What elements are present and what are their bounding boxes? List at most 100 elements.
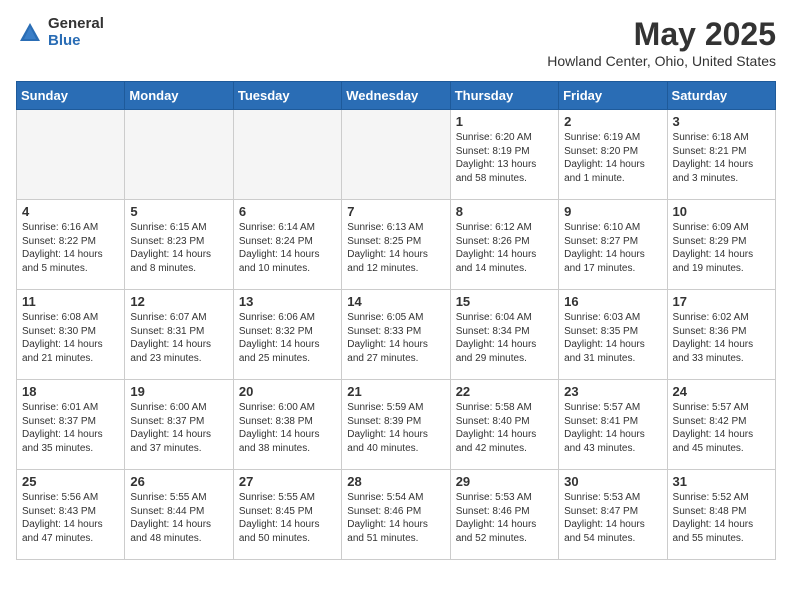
day-number: 20 [239,384,336,399]
day-info: Sunrise: 6:13 AM Sunset: 8:25 PM Dayligh… [347,221,444,275]
calendar-cell: 11Sunrise: 6:08 AM Sunset: 8:30 PM Dayli… [17,290,125,380]
day-info: Sunrise: 5:54 AM Sunset: 8:46 PM Dayligh… [347,491,444,545]
day-number: 18 [22,384,119,399]
calendar-cell [233,110,341,200]
day-info: Sunrise: 5:57 AM Sunset: 8:42 PM Dayligh… [673,401,770,455]
day-number: 24 [673,384,770,399]
day-info: Sunrise: 6:01 AM Sunset: 8:37 PM Dayligh… [22,401,119,455]
day-info: Sunrise: 5:52 AM Sunset: 8:48 PM Dayligh… [673,491,770,545]
day-info: Sunrise: 5:57 AM Sunset: 8:41 PM Dayligh… [564,401,661,455]
calendar-table: SundayMondayTuesdayWednesdayThursdayFrid… [16,81,776,560]
day-number: 21 [347,384,444,399]
day-info: Sunrise: 6:00 AM Sunset: 8:37 PM Dayligh… [130,401,227,455]
calendar-cell: 10 Sunrise: 6:09 AM Sunset: 8:29 PM Dayli… [667,200,775,290]
day-info: Sunrise: 5:53 AM Sunset: 8:47 PM Dayligh… [564,491,661,545]
calendar-week-5: 25Sunrise: 5:56 AM Sunset: 8:43 PM Dayli… [17,470,776,560]
day-info: Sunrise: 6:09 AM Sunset: 8:29 PM Dayligh… [673,221,770,275]
calendar-cell [125,110,233,200]
day-number: 10 [673,204,770,219]
day-info: Sunrise: 5:53 AM Sunset: 8:46 PM Dayligh… [456,491,553,545]
day-number: 23 [564,384,661,399]
calendar-week-3: 11Sunrise: 6:08 AM Sunset: 8:30 PM Dayli… [17,290,776,380]
day-number: 2 [564,114,661,129]
day-number: 29 [456,474,553,489]
calendar-cell: 16 Sunrise: 6:03 AM Sunset: 8:35 PM Dayli… [559,290,667,380]
day-number: 16 [564,294,661,309]
calendar-cell [342,110,450,200]
calendar-cell: 31 Sunrise: 5:52 AM Sunset: 8:48 PM Dayli… [667,470,775,560]
day-info: Sunrise: 6:04 AM Sunset: 8:34 PM Dayligh… [456,311,553,365]
calendar-cell: 19 Sunrise: 6:00 AM Sunset: 8:37 PM Dayli… [125,380,233,470]
logo-icon [16,19,44,47]
day-info: Sunrise: 6:20 AM Sunset: 8:19 PM Dayligh… [456,131,553,185]
calendar-cell: 17Sunrise: 6:02 AM Sunset: 8:36 PM Dayli… [667,290,775,380]
logo-text: General Blue [48,16,104,49]
header-day-sunday: Sunday [17,82,125,110]
day-info: Sunrise: 6:12 AM Sunset: 8:26 PM Dayligh… [456,221,553,275]
calendar-cell: 5 Sunrise: 6:15 AM Sunset: 8:23 PM Daylig… [125,200,233,290]
calendar-cell: 3 Sunrise: 6:18 AM Sunset: 8:21 PM Daylig… [667,110,775,200]
calendar-cell: 22Sunrise: 5:58 AM Sunset: 8:40 PM Dayli… [450,380,558,470]
calendar-cell: 28 Sunrise: 5:54 AM Sunset: 8:46 PM Dayli… [342,470,450,560]
calendar-cell: 2Sunrise: 6:19 AM Sunset: 8:20 PM Daylig… [559,110,667,200]
day-number: 25 [22,474,119,489]
logo-line2: Blue [48,33,104,50]
calendar-subtitle: Howland Center, Ohio, United States [547,53,776,69]
day-number: 14 [347,294,444,309]
calendar-title: May 2025 [547,16,776,53]
day-info: Sunrise: 6:10 AM Sunset: 8:27 PM Dayligh… [564,221,661,275]
header-day-saturday: Saturday [667,82,775,110]
calendar-cell: 8 Sunrise: 6:12 AM Sunset: 8:26 PM Daylig… [450,200,558,290]
day-number: 28 [347,474,444,489]
day-number: 19 [130,384,227,399]
day-info: Sunrise: 6:18 AM Sunset: 8:21 PM Dayligh… [673,131,770,185]
calendar-cell: 24 Sunrise: 5:57 AM Sunset: 8:42 PM Dayli… [667,380,775,470]
calendar-cell: 9Sunrise: 6:10 AM Sunset: 8:27 PM Daylig… [559,200,667,290]
day-number: 15 [456,294,553,309]
day-number: 3 [673,114,770,129]
header-day-monday: Monday [125,82,233,110]
calendar-cell: 26Sunrise: 5:55 AM Sunset: 8:44 PM Dayli… [125,470,233,560]
title-area: May 2025 Howland Center, Ohio, United St… [547,16,776,69]
day-number: 13 [239,294,336,309]
day-info: Sunrise: 6:05 AM Sunset: 8:33 PM Dayligh… [347,311,444,365]
calendar-cell [17,110,125,200]
day-info: Sunrise: 6:14 AM Sunset: 8:24 PM Dayligh… [239,221,336,275]
day-number: 31 [673,474,770,489]
day-info: Sunrise: 5:59 AM Sunset: 8:39 PM Dayligh… [347,401,444,455]
calendar-cell: 23 Sunrise: 5:57 AM Sunset: 8:41 PM Dayli… [559,380,667,470]
day-info: Sunrise: 6:07 AM Sunset: 8:31 PM Dayligh… [130,311,227,365]
day-info: Sunrise: 6:08 AM Sunset: 8:30 PM Dayligh… [22,311,119,365]
calendar-week-4: 18 Sunrise: 6:01 AM Sunset: 8:37 PM Dayli… [17,380,776,470]
day-number: 27 [239,474,336,489]
day-number: 8 [456,204,553,219]
calendar-cell: 27 Sunrise: 5:55 AM Sunset: 8:45 PM Dayli… [233,470,341,560]
calendar-cell: 1 Sunrise: 6:20 AM Sunset: 8:19 PM Daylig… [450,110,558,200]
day-number: 1 [456,114,553,129]
day-info: Sunrise: 6:00 AM Sunset: 8:38 PM Dayligh… [239,401,336,455]
calendar-cell: 18 Sunrise: 6:01 AM Sunset: 8:37 PM Dayli… [17,380,125,470]
day-number: 26 [130,474,227,489]
calendar-cell: 13 Sunrise: 6:06 AM Sunset: 8:32 PM Dayli… [233,290,341,380]
calendar-header-row: SundayMondayTuesdayWednesdayThursdayFrid… [17,82,776,110]
calendar-cell: 4Sunrise: 6:16 AM Sunset: 8:22 PM Daylig… [17,200,125,290]
day-info: Sunrise: 6:06 AM Sunset: 8:32 PM Dayligh… [239,311,336,365]
day-info: Sunrise: 6:16 AM Sunset: 8:22 PM Dayligh… [22,221,119,275]
calendar-cell: 25Sunrise: 5:56 AM Sunset: 8:43 PM Dayli… [17,470,125,560]
calendar-week-2: 4Sunrise: 6:16 AM Sunset: 8:22 PM Daylig… [17,200,776,290]
day-info: Sunrise: 6:03 AM Sunset: 8:35 PM Dayligh… [564,311,661,365]
day-number: 7 [347,204,444,219]
day-info: Sunrise: 6:02 AM Sunset: 8:36 PM Dayligh… [673,311,770,365]
calendar-cell: 20 Sunrise: 6:00 AM Sunset: 8:38 PM Dayli… [233,380,341,470]
day-number: 12 [130,294,227,309]
calendar-cell: 7 Sunrise: 6:13 AM Sunset: 8:25 PM Daylig… [342,200,450,290]
calendar-cell: 6 Sunrise: 6:14 AM Sunset: 8:24 PM Daylig… [233,200,341,290]
day-info: Sunrise: 6:15 AM Sunset: 8:23 PM Dayligh… [130,221,227,275]
day-number: 30 [564,474,661,489]
day-number: 6 [239,204,336,219]
page-header: General Blue May 2025 Howland Center, Oh… [16,16,776,69]
day-number: 5 [130,204,227,219]
header-day-thursday: Thursday [450,82,558,110]
day-info: Sunrise: 5:55 AM Sunset: 8:45 PM Dayligh… [239,491,336,545]
day-info: Sunrise: 5:58 AM Sunset: 8:40 PM Dayligh… [456,401,553,455]
